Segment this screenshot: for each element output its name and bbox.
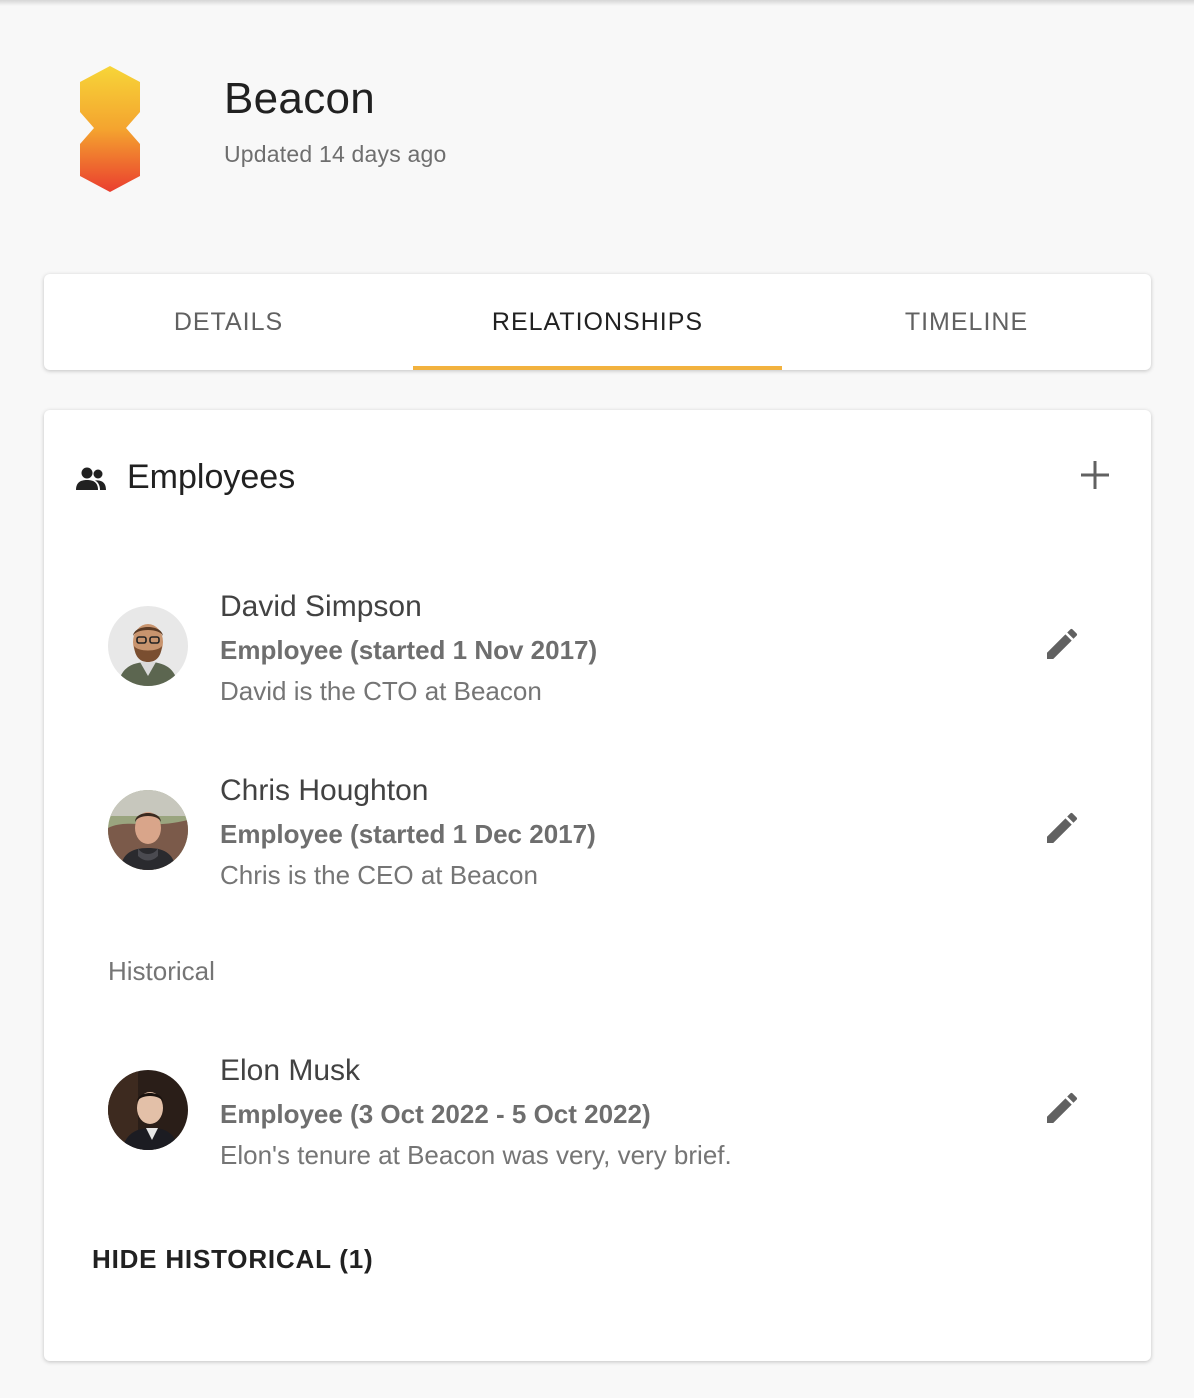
pencil-icon[interactable] [1042, 808, 1082, 848]
employee-role: Employee (started 1 Dec 2017) [220, 819, 596, 849]
avatar [108, 1070, 188, 1150]
employee-row[interactable]: David Simpson Employee (started 1 Nov 20… [44, 590, 1151, 710]
pencil-icon[interactable] [1042, 624, 1082, 664]
pencil-icon[interactable] [1042, 1088, 1082, 1128]
tab-bar: DETAILS RELATIONSHIPS TIMELINE [44, 274, 1151, 370]
tab-details[interactable]: DETAILS [44, 274, 413, 370]
employee-description: Elon's tenure at Beacon was very, very b… [220, 1140, 732, 1170]
avatar [108, 790, 188, 870]
employee-row[interactable]: Chris Houghton Employee (started 1 Dec 2… [44, 774, 1151, 894]
hide-historical-button[interactable]: HIDE HISTORICAL (1) [92, 1244, 373, 1275]
updated-timestamp: Updated 14 days ago [224, 141, 447, 167]
tab-relationships[interactable]: RELATIONSHIPS [413, 274, 782, 370]
beacon-logo [80, 66, 140, 192]
section-title: Employees [127, 458, 296, 496]
employee-row[interactable]: Elon Musk Employee (3 Oct 2022 - 5 Oct 2… [44, 1054, 1151, 1174]
plus-icon[interactable] [1074, 454, 1116, 496]
employee-description: Chris is the CEO at Beacon [220, 860, 538, 890]
people-icon [76, 467, 106, 490]
employee-role: Employee (3 Oct 2022 - 5 Oct 2022) [220, 1099, 651, 1129]
employees-card: Employees David Simpson Employee (starte… [44, 410, 1151, 1361]
avatar [108, 606, 188, 686]
historical-label: Historical [108, 956, 215, 986]
employee-name[interactable]: David Simpson [220, 590, 422, 624]
tab-timeline[interactable]: TIMELINE [782, 274, 1151, 370]
employee-description: David is the CTO at Beacon [220, 676, 542, 706]
employee-name[interactable]: Chris Houghton [220, 774, 428, 808]
employee-name[interactable]: Elon Musk [220, 1054, 360, 1088]
top-shadow [0, 0, 1194, 6]
company-name: Beacon [224, 74, 376, 123]
employee-role: Employee (started 1 Nov 2017) [220, 635, 598, 665]
